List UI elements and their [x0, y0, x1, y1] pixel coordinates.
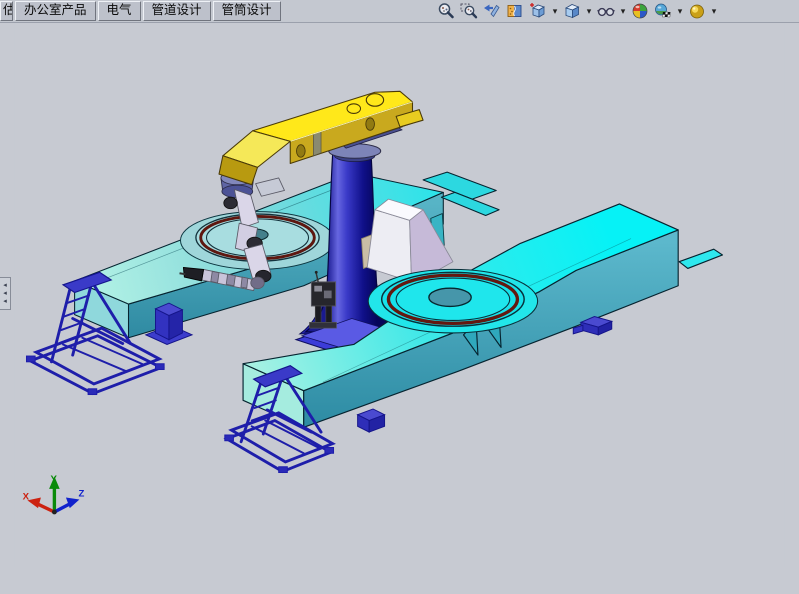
triad-z-label: Z: [78, 489, 84, 500]
display-style-icon[interactable]: [562, 1, 582, 21]
panel-expander-button[interactable]: ◂ ◂ ◂: [0, 277, 11, 310]
expander-arrow-icon: ◂: [3, 298, 7, 305]
apply-scene-icon[interactable]: [653, 1, 673, 21]
triad-x-label: X: [23, 491, 30, 502]
edit-appearance-icon[interactable]: [630, 1, 650, 21]
view-orientation-dropdown[interactable]: ▾: [551, 1, 559, 21]
command-tabs: 估 办公室产品 电气 管道设计 管筒设计: [0, 1, 283, 21]
tab-office-products[interactable]: 办公室产品: [15, 1, 96, 21]
zoom-to-area-icon[interactable]: [459, 1, 479, 21]
hide-show-items-dropdown[interactable]: ▾: [619, 1, 627, 21]
previous-view-icon[interactable]: [482, 1, 502, 21]
view-settings-icon[interactable]: [687, 1, 707, 21]
heads-up-view-toolbar: ▾ ▾ ▾ ▾: [436, 1, 718, 21]
display-style-dropdown[interactable]: ▾: [585, 1, 593, 21]
turntable-ring-right[interactable]: [368, 269, 537, 333]
triad-y-label: Y: [51, 474, 58, 485]
3d-model-view[interactable]: Y X Z: [0, 22, 799, 589]
expander-arrow-icon: ◂: [3, 290, 7, 297]
zoom-to-fit-icon[interactable]: [436, 1, 456, 21]
expander-arrow-icon: ◂: [3, 282, 7, 289]
tab-electrical[interactable]: 电气: [98, 1, 141, 21]
view-settings-dropdown[interactable]: ▾: [710, 1, 718, 21]
tab-evaluate-partial[interactable]: 估: [0, 1, 13, 21]
tab-tubing-design[interactable]: 管筒设计: [213, 1, 281, 21]
command-toolbar: 估 办公室产品 电气 管道设计 管筒设计: [0, 0, 799, 23]
tab-piping-design[interactable]: 管道设计: [143, 1, 211, 21]
section-view-icon[interactable]: [505, 1, 525, 21]
graphics-area[interactable]: Y X Z: [0, 22, 799, 589]
view-orientation-icon[interactable]: [528, 1, 548, 21]
apply-scene-dropdown[interactable]: ▾: [676, 1, 684, 21]
hide-show-items-icon[interactable]: [596, 1, 616, 21]
